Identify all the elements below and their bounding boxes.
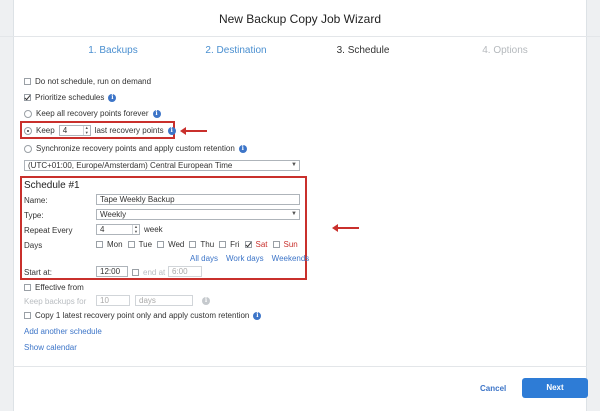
effective-from-option[interactable]: Effective from: [24, 283, 84, 292]
step-backups[interactable]: 1. Backups: [53, 45, 173, 56]
do-not-schedule-option[interactable]: Do not schedule, run on demand: [24, 77, 151, 86]
prioritize-checkbox[interactable]: [24, 94, 31, 101]
day-checkbox[interactable]: [189, 241, 197, 248]
day-label: Fri: [230, 240, 240, 249]
step-destination[interactable]: 2. Destination: [176, 45, 296, 56]
chevron-down-icon: ▼: [291, 211, 297, 217]
header-divider: [0, 36, 600, 37]
annotation-arrow-icon: [180, 127, 207, 135]
schedule-name-input[interactable]: Tape Weekly Backup: [96, 194, 300, 205]
do-not-schedule-checkbox[interactable]: [24, 78, 31, 85]
end-at-row: end at: [132, 268, 165, 277]
end-at-checkbox[interactable]: [132, 269, 139, 276]
schedule-type-label: Type:: [24, 211, 44, 220]
step-schedule[interactable]: 3. Schedule: [303, 45, 423, 56]
do-not-schedule-label: Do not schedule, run on demand: [35, 77, 152, 86]
keep-all-option[interactable]: Keep all recovery points forever i: [24, 109, 161, 118]
chevron-down-icon: ▼: [291, 162, 297, 168]
day-tue[interactable]: Tue: [127, 240, 153, 249]
copy-latest-info-icon[interactable]: i: [253, 311, 262, 320]
keep-suffix-label: last recovery points: [94, 126, 164, 135]
day-sun[interactable]: Sun: [272, 240, 298, 249]
sync-radio[interactable]: [24, 144, 32, 153]
schedule-heading: Schedule #1: [24, 180, 80, 191]
day-label: Sun: [283, 240, 298, 249]
keep-last-radio[interactable]: [24, 126, 32, 135]
schedule-name-label: Name:: [24, 196, 48, 205]
day-checkbox[interactable]: [219, 241, 227, 248]
wizard-title: New Backup Copy Job Wizard: [218, 12, 382, 26]
copy-latest-label: Copy 1 latest recovery point only and ap…: [35, 311, 250, 320]
day-sat[interactable]: Sat: [244, 240, 268, 249]
add-schedule-link[interactable]: Add another schedule: [24, 327, 102, 336]
keep-prefix-label: Keep: [36, 126, 55, 135]
step-options: 4. Options: [482, 45, 528, 56]
days-row: Mon Tue Wed Thu Fri Sat Sun: [96, 240, 303, 249]
keep-last-option[interactable]: Keep 4 ▲ ▼ last recovery points i: [24, 125, 176, 136]
day-checkbox[interactable]: [244, 241, 252, 248]
sync-label: Synchronize recovery points and apply cu…: [36, 144, 235, 153]
day-wed[interactable]: Wed: [157, 240, 184, 249]
keep-all-radio[interactable]: [24, 109, 32, 118]
day-label: Thu: [200, 240, 215, 249]
day-checkbox[interactable]: [157, 241, 165, 248]
footer-divider: [13, 366, 587, 367]
keep-backups-info-icon: i: [202, 297, 210, 305]
effective-from-label: Effective from: [35, 283, 84, 292]
timezone-select[interactable]: (UTC+01:00, Europe/Amsterdam) Central Eu…: [24, 160, 300, 171]
copy-latest-checkbox[interactable]: [24, 312, 31, 319]
sync-option[interactable]: Synchronize recovery points and apply cu…: [24, 144, 247, 153]
repeat-unit-label: week: [144, 225, 163, 234]
keep-backups-label: Keep backups for: [24, 297, 87, 306]
weekends-link[interactable]: Weekends: [272, 254, 310, 263]
end-at-label: end at: [143, 268, 166, 277]
day-fri[interactable]: Fri: [219, 240, 240, 249]
schedule-type-select[interactable]: Weekly ▼: [96, 209, 300, 220]
all-days-link[interactable]: All days: [190, 254, 218, 263]
keep-backups-unit-select: days: [135, 295, 193, 306]
day-label: Tue: [138, 240, 153, 249]
repeat-every-label: Repeat Every: [24, 226, 73, 235]
start-at-label: Start at:: [24, 268, 53, 277]
day-mon[interactable]: Mon: [96, 240, 123, 249]
keep-all-label: Keep all recovery points forever: [36, 109, 149, 118]
keep-last-info-icon[interactable]: i: [167, 126, 176, 135]
day-checkbox[interactable]: [272, 241, 280, 248]
prioritize-label: Prioritize schedules: [35, 93, 105, 102]
day-checkbox[interactable]: [96, 241, 103, 248]
copy-latest-option[interactable]: Copy 1 latest recovery point only and ap…: [24, 311, 262, 320]
cancel-button[interactable]: Cancel: [480, 384, 506, 393]
quick-day-links: All days Work days Weekends: [190, 254, 309, 263]
wizard-steps: 1. Backups 2. Destination 3. Schedule 4.…: [13, 38, 587, 66]
work-days-link[interactable]: Work days: [226, 254, 264, 263]
prioritize-option[interactable]: Prioritize schedules i: [24, 93, 117, 102]
repeat-every-value: 4: [100, 225, 105, 234]
schedule-type-value: Weekly: [100, 210, 127, 219]
repeat-every-stepper[interactable]: 4 ▲ ▼: [96, 224, 140, 235]
end-at-input: 6:00: [168, 266, 202, 277]
keep-count-value: 4: [62, 126, 68, 135]
stepper-arrows-icon[interactable]: ▲ ▼: [132, 224, 139, 234]
day-checkbox[interactable]: [127, 241, 135, 248]
prioritize-info-icon[interactable]: i: [108, 93, 117, 102]
show-calendar-link[interactable]: Show calendar: [24, 343, 77, 352]
timezone-value: (UTC+01:00, Europe/Amsterdam) Central Eu…: [28, 161, 233, 170]
effective-from-checkbox[interactable]: [24, 284, 31, 291]
day-label: Sat: [255, 240, 268, 249]
keep-count-stepper[interactable]: 4 ▲ ▼: [58, 125, 91, 136]
sync-info-icon[interactable]: i: [238, 144, 247, 153]
stepper-arrows-icon[interactable]: ▲ ▼: [82, 125, 90, 135]
keep-backups-stepper: 10: [96, 295, 130, 306]
day-thu[interactable]: Thu: [189, 240, 214, 249]
repeat-every-row: 4 ▲ ▼ week: [96, 224, 163, 235]
next-button[interactable]: Next: [522, 378, 588, 398]
days-label: Days: [24, 241, 43, 250]
day-label: Mon: [107, 240, 123, 249]
annotation-arrow-icon: [332, 224, 359, 232]
day-label: Wed: [168, 240, 185, 249]
keep-all-info-icon[interactable]: i: [152, 109, 161, 118]
start-at-input[interactable]: 12:00: [96, 266, 128, 277]
